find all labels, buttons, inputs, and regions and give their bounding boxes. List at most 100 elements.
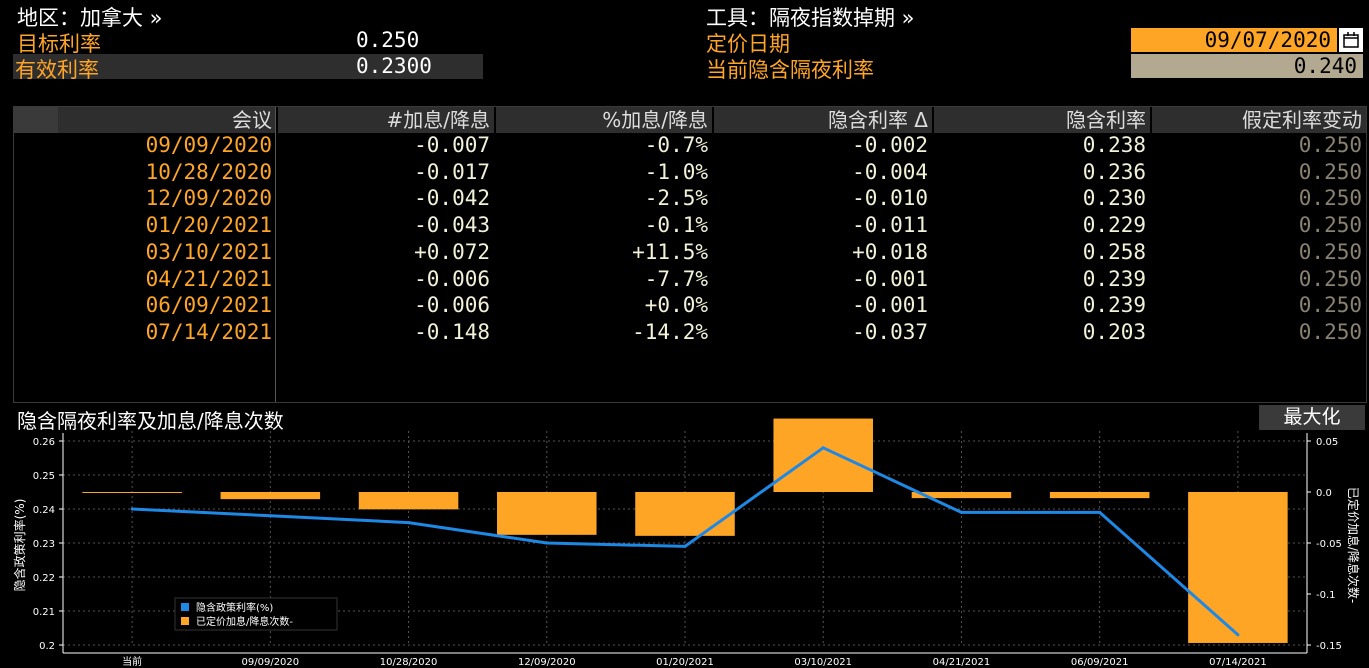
implied-delta-cell: +0.018 xyxy=(852,239,928,264)
bar-mark xyxy=(635,492,735,536)
y-axis-left-label: 隐含政策利率(%) xyxy=(12,499,27,592)
x-tick-label: 10/28/2020 xyxy=(380,657,438,668)
meeting-date-cell: 01/20/2021 xyxy=(145,213,272,238)
x-tick-label: 09/09/2020 xyxy=(242,657,300,668)
meeting-date-cell: 07/14/2021 xyxy=(145,319,272,344)
implied-rate-cell: 0.238 xyxy=(1082,133,1146,157)
hikes-count-cell: -0.007 xyxy=(414,133,490,157)
bar-mark xyxy=(911,492,1012,499)
implied-rate-cell: 0.236 xyxy=(1082,159,1146,184)
assumed-change-cell: 0.250 xyxy=(1298,213,1362,238)
legend-label-line: 隐含政策利率(%) xyxy=(196,601,273,614)
bar-mark xyxy=(773,418,873,492)
hikes-percent-cell: -2.5% xyxy=(644,186,708,211)
hikes-percent-cell: -0.7% xyxy=(644,133,708,157)
line-point xyxy=(683,544,687,548)
hikes-percent-cell: -14.2% xyxy=(632,319,708,344)
legend-swatch-line xyxy=(181,603,189,611)
assumed-change-cell: 0.250 xyxy=(1298,319,1362,344)
chart-title: 隐含隔夜利率及加息/降息次数 xyxy=(17,409,284,433)
hikes-count-cell: -0.006 xyxy=(414,293,490,318)
y-axis-right-label: 已定价加息/降息次数- xyxy=(1346,487,1361,603)
assumed-change-cell: 0.250 xyxy=(1298,159,1362,184)
x-tick-label: 01/20/2021 xyxy=(656,657,714,668)
hikes-percent-cell: -0.1% xyxy=(644,213,708,238)
line-point xyxy=(407,521,411,525)
meetings-table: 会议 #加息/降息 %加息/降息 隐含利率 Δ 隐含利率 假定利率变动 09/0… xyxy=(13,106,1367,403)
y-tick-label-left: 0.26 xyxy=(33,437,55,448)
y-tick-label-left: 0.2 xyxy=(39,641,55,652)
column-header-implied-rate[interactable]: 隐含利率 xyxy=(934,107,1150,133)
y-tick-label-right: 0.05 xyxy=(1316,437,1338,448)
line-series xyxy=(130,446,1240,637)
column-header-assumed-change[interactable]: 假定利率变动 xyxy=(1152,107,1366,133)
implied-rate-line xyxy=(132,446,1239,636)
bar-mark xyxy=(220,492,321,500)
maximize-button[interactable]: 最大化 xyxy=(1259,405,1365,430)
line-point xyxy=(1098,510,1102,514)
column-header-hikes-percent[interactable]: %加息/降息 xyxy=(496,107,712,133)
implied-rate-cell: 0.239 xyxy=(1082,293,1146,318)
meeting-date-cell: 06/09/2021 xyxy=(145,293,272,318)
bar-mark xyxy=(358,492,459,510)
assumed-change-cell: 0.250 xyxy=(1298,293,1362,318)
bar-mark xyxy=(497,492,597,535)
x-tick-label: 03/10/2021 xyxy=(794,657,852,668)
x-tick-label: 当前 xyxy=(122,655,142,668)
assumed-change-cell: 0.250 xyxy=(1298,133,1362,157)
meeting-date-cell: 09/09/2020 xyxy=(145,133,272,157)
line-point xyxy=(545,541,549,545)
implied-delta-cell: -0.004 xyxy=(852,159,928,184)
line-point xyxy=(821,446,825,450)
meeting-date-cell: 10/28/2020 xyxy=(145,159,272,184)
implied-rate-cell: 0.203 xyxy=(1082,319,1146,344)
effective-rate-label: 有效利率 xyxy=(15,58,99,82)
x-tick-label: 07/14/2021 xyxy=(1209,657,1267,668)
hikes-percent-cell: -7.7% xyxy=(644,266,708,291)
hikes-count-cell: +0.072 xyxy=(414,239,490,264)
implied-delta-cell: -0.001 xyxy=(852,293,928,318)
table-header-corner xyxy=(14,107,58,133)
hikes-percent-cell: +0.0% xyxy=(644,293,708,318)
y-tick-label-right: -0.1 xyxy=(1316,590,1336,601)
bar-series xyxy=(82,418,1288,643)
y-tick-label-right: 0.0 xyxy=(1316,488,1332,499)
column-header-meeting[interactable]: 会议 xyxy=(58,107,276,133)
column-header-implied-delta[interactable]: 隐含利率 Δ xyxy=(714,107,932,133)
implied-delta-cell: -0.002 xyxy=(852,133,928,157)
chart-legend: 隐含政策利率(%) 已定价加息/降息次数- xyxy=(174,597,338,631)
implied-delta-cell: -0.010 xyxy=(852,186,928,211)
y-tick-label-left: 0.23 xyxy=(33,539,55,550)
hikes-count-cell: -0.006 xyxy=(414,266,490,291)
y-tick-label-left: 0.22 xyxy=(33,573,55,584)
implied-rate-cell: 0.229 xyxy=(1082,213,1146,238)
hikes-count-cell: -0.042 xyxy=(414,186,490,211)
calendar-icon[interactable] xyxy=(1339,28,1363,52)
meeting-date-cell: 03/10/2021 xyxy=(145,239,272,264)
implied-rate-cell: 0.230 xyxy=(1082,186,1146,211)
x-tick-label: 06/09/2021 xyxy=(1071,657,1129,668)
legend-box xyxy=(174,597,338,631)
implied-rate-cell: 0.258 xyxy=(1082,239,1146,264)
legend-label-bar: 已定价加息/降息次数- xyxy=(196,615,293,628)
implied-rate-cell: 0.239 xyxy=(1082,266,1146,291)
implied-rate-value: 0.240 xyxy=(1131,54,1363,78)
meeting-date-cell: 04/21/2021 xyxy=(145,266,272,291)
implied-delta-cell: -0.037 xyxy=(852,319,928,344)
line-point xyxy=(1236,633,1240,637)
column-header-hikes-count[interactable]: #加息/降息 xyxy=(278,107,494,133)
implied-delta-cell: -0.001 xyxy=(852,266,928,291)
hikes-count-cell: -0.148 xyxy=(414,319,490,344)
y-tick-label-left: 0.24 xyxy=(33,505,55,516)
y-tick-label-right: -0.15 xyxy=(1316,641,1342,652)
pricing-date-input[interactable]: 09/07/2020 xyxy=(1131,28,1337,52)
meeting-date-cell: 12/09/2020 xyxy=(145,186,272,211)
bar-mark xyxy=(1188,492,1288,643)
legend-swatch-bar xyxy=(181,617,189,625)
chart-grid xyxy=(63,431,1307,646)
hikes-count-cell: -0.043 xyxy=(414,213,490,238)
effective-rate-value: 0.2300 xyxy=(356,54,432,78)
assumed-change-cell: 0.250 xyxy=(1298,239,1362,264)
y-tick-label-left: 0.25 xyxy=(33,471,55,482)
chart-axes: 0.2 0.21 0.22 0.23 0.24 0.25 0.26 -0.15 -0.1 -0.0… xyxy=(33,433,1342,668)
